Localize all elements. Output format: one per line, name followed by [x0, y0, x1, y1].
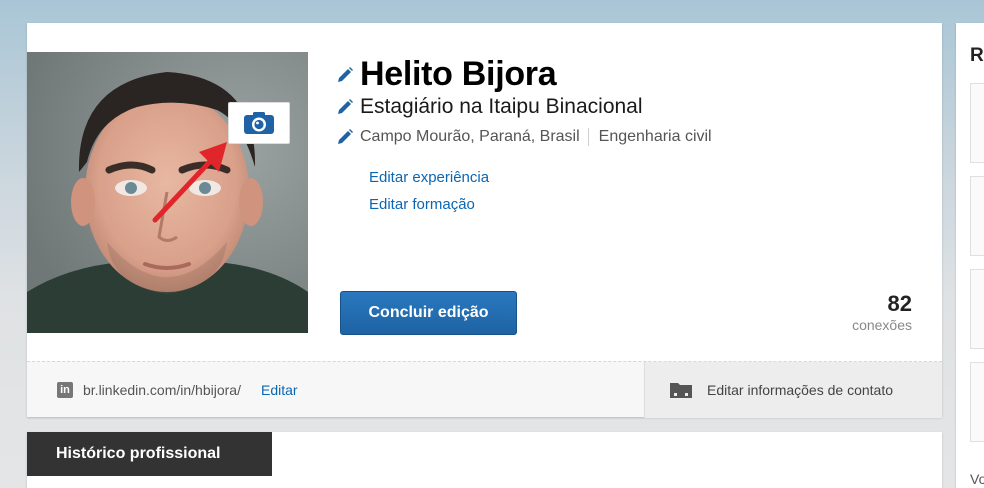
edit-education-link[interactable]: Editar formação: [369, 196, 475, 213]
linkedin-icon: in: [57, 382, 73, 398]
profile-location: Campo Mourão, Paraná, Brasil: [360, 128, 580, 145]
right-sidebar-card[interactable]: [970, 176, 984, 256]
profile-card-footer: in br.linkedin.com/in/hbijora/ Editar Ed…: [27, 361, 942, 418]
edit-location-pencil-icon[interactable]: [336, 127, 360, 147]
profile-photo-image: [27, 52, 308, 333]
public-profile-url-area: in br.linkedin.com/in/hbijora/ Editar: [27, 362, 644, 418]
edit-name-pencil-icon[interactable]: [336, 65, 360, 85]
name-row: Helito Bijora: [336, 55, 557, 94]
profile-photo[interactable]: [27, 52, 308, 333]
profile-card: Helito Bijora Estagiário na Itaipu Binac…: [27, 23, 942, 418]
profile-headline: Estagiário na Itaipu Binacional: [360, 95, 643, 118]
headline-row: Estagiário na Itaipu Binacional: [336, 95, 643, 119]
right-sidebar: R Vo: [956, 23, 984, 488]
right-sidebar-card[interactable]: [970, 362, 984, 442]
change-photo-button[interactable]: [228, 102, 290, 144]
public-profile-url[interactable]: br.linkedin.com/in/hbijora/: [83, 382, 241, 398]
finish-editing-button[interactable]: Concluir edição: [340, 291, 517, 335]
edit-contact-info-button[interactable]: Editar informações de contato: [644, 362, 942, 418]
edit-url-link[interactable]: Editar: [261, 382, 298, 398]
connections-count[interactable]: 82: [888, 291, 912, 317]
experience-section-card: Histórico profissional: [27, 432, 942, 488]
profile-name: Helito Bijora: [360, 55, 557, 93]
edit-headline-pencil-icon[interactable]: [336, 97, 360, 117]
edit-experience-link[interactable]: Editar experiência: [369, 169, 489, 186]
right-sidebar-card[interactable]: [970, 269, 984, 349]
right-sidebar-card[interactable]: [970, 83, 984, 163]
location-row: Campo Mourão, Paraná, Brasil Engenharia …: [336, 127, 712, 147]
edit-contact-info-label: Editar informações de contato: [707, 382, 893, 398]
tab-professional-history[interactable]: Histórico profissional: [27, 432, 272, 476]
folder-icon: [670, 383, 692, 398]
connections-label: conexões: [852, 317, 912, 333]
right-sidebar-title: R: [970, 45, 984, 66]
right-sidebar-footer: Vo: [970, 471, 984, 487]
camera-icon: [244, 112, 274, 134]
profile-industry: Engenharia civil: [587, 128, 712, 146]
